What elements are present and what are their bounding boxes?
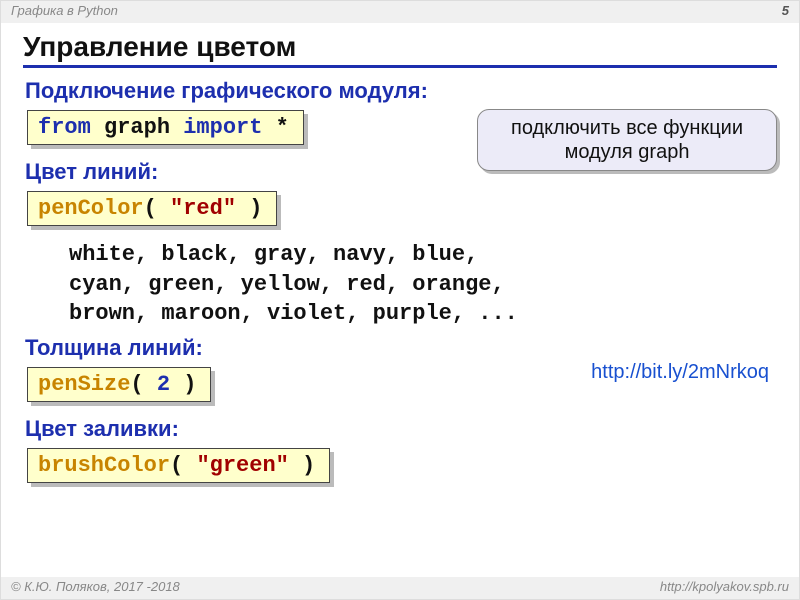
color-list-line: white, black, gray, navy, blue, (69, 240, 777, 270)
keyword-from: from (38, 115, 91, 140)
color-list-line: cyan, green, yellow, red, orange, (69, 270, 777, 300)
footer-copyright: © К.Ю. Поляков, 2017 -2018 (11, 579, 180, 599)
arg-2: 2 (157, 372, 170, 397)
header-band: Графика в Python 5 (1, 1, 799, 23)
import-star: * (262, 115, 288, 140)
footer-band: © К.Ю. Поляков, 2017 -2018 http://kpolya… (1, 577, 799, 599)
callout-box: подключить все функции модуля graph (477, 109, 777, 171)
page-number: 5 (782, 3, 789, 23)
slide-content: Управление цветом Подключение графическо… (1, 23, 799, 499)
section-import: Подключение графического модуля: (25, 78, 777, 104)
section-pensize: Толщина линий: (25, 335, 777, 361)
code-pensize: penSize( 2 ) (27, 367, 211, 402)
slide-title: Управление цветом (23, 31, 777, 68)
header-title: Графика в Python (11, 3, 118, 23)
fn-pensize: penSize (38, 372, 130, 397)
code-import: from graph import * (27, 110, 304, 145)
arg-red: "red" (170, 196, 236, 221)
module-name: graph (91, 115, 183, 140)
arg-green: "green" (196, 453, 288, 478)
callout-text: подключить все функции модуля graph (511, 117, 743, 163)
fn-brushcolor: brushColor (38, 453, 170, 478)
color-list: white, black, gray, navy, blue, cyan, gr… (69, 240, 777, 329)
code-pencolor: penColor( "red" ) (27, 191, 277, 226)
color-list-line: brown, maroon, violet, purple, ... (69, 299, 777, 329)
keyword-import: import (183, 115, 262, 140)
code-brushcolor: brushColor( "green" ) (27, 448, 330, 483)
footer-url: http://kpolyakov.spb.ru (660, 579, 789, 599)
fn-pencolor: penColor (38, 196, 144, 221)
section-brushcolor: Цвет заливки: (25, 416, 777, 442)
external-link[interactable]: http://bit.ly/2mNrkoq (591, 361, 769, 384)
